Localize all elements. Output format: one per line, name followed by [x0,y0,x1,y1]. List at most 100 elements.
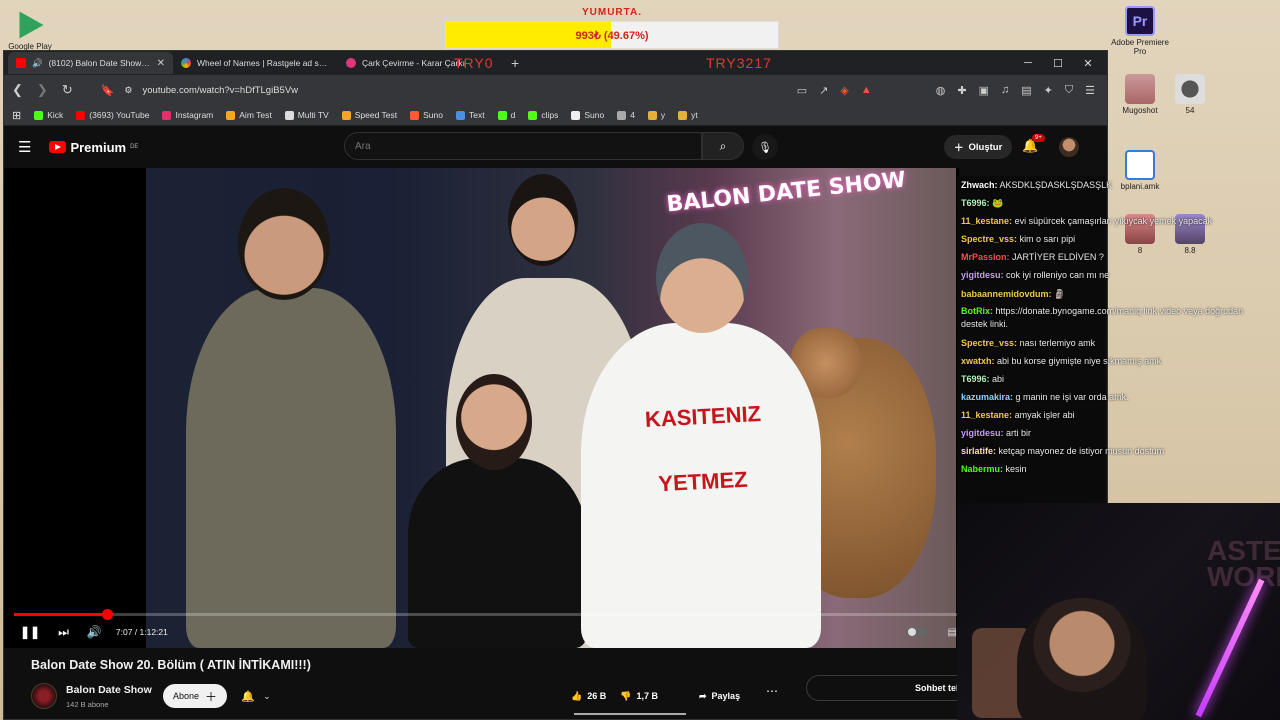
minimize-icon[interactable]: ─ [1013,57,1043,69]
logo-text: Premium [70,139,127,155]
puzzle-icon[interactable]: ✚ [957,84,966,97]
new-tab-icon[interactable]: + [511,55,519,71]
next-video-icon[interactable]: ⏭ [58,625,69,640]
donation-value: 993₺ (49.67%) [575,30,649,42]
donation-goal-overlay: YUMURTA. 993₺ (49.67%) [445,5,779,49]
channel-name[interactable]: Balon Date Show [66,684,152,696]
youtube-icon [76,110,86,120]
webcam-overlay: ASTE WORL [957,503,1280,720]
bookmark-folder-y[interactable]: y [647,110,665,120]
channel-row: Balon Date Show 142 B abone Abone ＋ 🔔 ⌄ … [31,675,1106,715]
subtitles-icon[interactable]: ▤ [948,627,957,638]
suno-icon [410,110,420,120]
kick-icon [34,110,44,120]
premiere-pro-icon: Pr [1125,6,1155,36]
video-player[interactable]: BALON DATE SHOW KASITENIZ YETMEZ [4,168,959,648]
channel-subscribers: 142 B abone [66,700,109,709]
close-tab-icon[interactable]: ✕ [157,58,165,69]
site-info-icon[interactable]: ⚙ [124,85,132,96]
create-button[interactable]: ＋ Oluştur [944,135,1013,159]
address-bar[interactable]: 🔖 ⚙ youtube.com/watch?v=hDfTLgiB5Vw [101,84,783,97]
watch-desktop-icon[interactable]: 54 [1160,74,1220,115]
stream-chat-overlay: Zhwach: AKSDKLŞDASKLŞDASŞLK T6996: 🐸 11_ke… [957,176,1280,503]
suno-icon [571,110,581,120]
bookmark-kick[interactable]: Kick [34,110,63,120]
bookmark-label: (3693) YouTube [89,110,150,120]
subscribe-button[interactable]: Abone ＋ [163,684,228,708]
aim-test-icon [226,110,236,120]
notification-settings-button[interactable]: 🔔 ⌄ [233,684,279,708]
extension-icon[interactable]: ◍ [936,84,946,97]
bookmark-clips[interactable]: clips [528,110,558,120]
back-icon[interactable]: ❮ [12,82,23,98]
vpn-icon[interactable]: ⛉ [1065,84,1073,97]
like-button[interactable]: 👍 26 B [571,691,606,702]
close-window-icon[interactable]: ✕ [1073,57,1103,70]
show-sign-text: BALON DATE SHOW [665,168,907,218]
youtube-play-logo-icon [49,141,67,153]
wallet-icon[interactable]: ▤ [1021,84,1031,97]
bookmark-label: Speed Test [354,110,398,120]
bookmark-aim-test[interactable]: Aim Test [226,110,272,120]
youtube-premium-logo[interactable]: Premium DE [49,140,138,155]
text-icon [455,110,465,120]
cast-icon[interactable]: ▭ [797,84,807,97]
chat-username: babaannemidovdum: [961,288,1052,299]
search-button[interactable]: ⌕ [702,132,744,160]
bookmark-multi-tv[interactable]: Multi TV [284,110,329,120]
bookmark-label: Suno [423,110,443,120]
person-left-head [238,188,330,300]
rewards-icon[interactable]: ▲ [861,84,872,97]
search-input[interactable] [344,132,702,160]
tab-youtube[interactable]: 🔊 (8102) Balon Date Show 20. B ✕ [8,52,173,74]
reload-icon[interactable]: ↻ [62,82,73,98]
sidebar-icon[interactable]: ▣ [979,84,989,97]
share-button[interactable]: ➦ Paylaş [699,684,740,708]
channel-avatar[interactable] [31,683,57,709]
brave-shield-icon[interactable]: ◈ [840,84,848,97]
bookmark-suno-2[interactable]: Suno [571,110,604,120]
maximize-icon[interactable]: ☐ [1043,57,1073,70]
leo-icon[interactable]: ✦ [1044,84,1053,97]
apps-grid-icon[interactable]: ⊞ [12,109,21,122]
chat-message: yigitdesu: cok iyi rolleniyo can mı ne [957,266,1280,284]
video-scrubber-handle[interactable] [101,609,113,620]
bookmark-label: Multi TV [297,110,329,120]
account-avatar[interactable] [1059,137,1079,157]
forward-icon[interactable]: ❯ [37,82,48,98]
bookmark-suno[interactable]: Suno [410,110,443,120]
bookmark-speed-test[interactable]: Speed Test [341,110,398,120]
bookmark-instagram[interactable]: Instagram [162,110,213,120]
bookmark-4[interactable]: 4 [617,110,635,120]
share-icon[interactable]: ↗ [819,84,828,97]
video-progress-bar[interactable] [14,609,959,620]
bookmark-text[interactable]: Text [455,110,485,120]
chat-username: T6996: [961,373,990,384]
url-text[interactable]: youtube.com/watch?v=hDfTLgiB5Vw [143,85,299,96]
volume-icon[interactable]: 🔊 [87,625,102,639]
pause-icon[interactable]: ❚❚ [20,625,40,639]
hamburger-menu-icon[interactable]: ☰ [18,138,31,156]
chat-message: 11_kestane: evi süpürcek çamaşırları yık… [957,212,1280,230]
chat-username: Nabermu: [961,464,1004,475]
autoplay-toggle[interactable] [905,627,928,637]
tab-title: (8102) Balon Date Show 20. B [48,58,151,68]
chat-message: T6996: 🐸 [957,194,1280,212]
google-play-desktop-icon[interactable]: Google Play [0,10,60,51]
tab-wheel-of-names[interactable]: Wheel of Names | Rastgele ad seçici [173,52,338,74]
chat-message: sirlatife: ketçap mayonez de istiyor mus… [957,442,1280,460]
more-actions-icon[interactable]: ⋯ [766,684,778,708]
bookmark-d[interactable]: d [497,110,515,120]
chat-username: yigitdesu: [961,428,1004,439]
chat-text: abi [992,373,1005,384]
media-icon[interactable]: ♫ [1001,84,1009,97]
chat-message: xwatxh: abi bu korse giymişte niye sıkma… [957,352,1280,370]
bookmark-youtube[interactable]: (3693) YouTube [76,110,149,120]
menu-icon[interactable]: ☰ [1085,84,1095,97]
bookmark-folder-yt[interactable]: yt [678,110,698,120]
premiere-desktop-icon[interactable]: Pr Adobe Premiere Pro [1110,6,1170,56]
chat-username: BotRix: [961,305,993,316]
bookmark-icon[interactable]: 🔖 [101,84,115,97]
voice-search-button[interactable]: 🎙 [752,134,778,160]
dislike-button[interactable]: 👎 1,7 B [620,691,658,702]
